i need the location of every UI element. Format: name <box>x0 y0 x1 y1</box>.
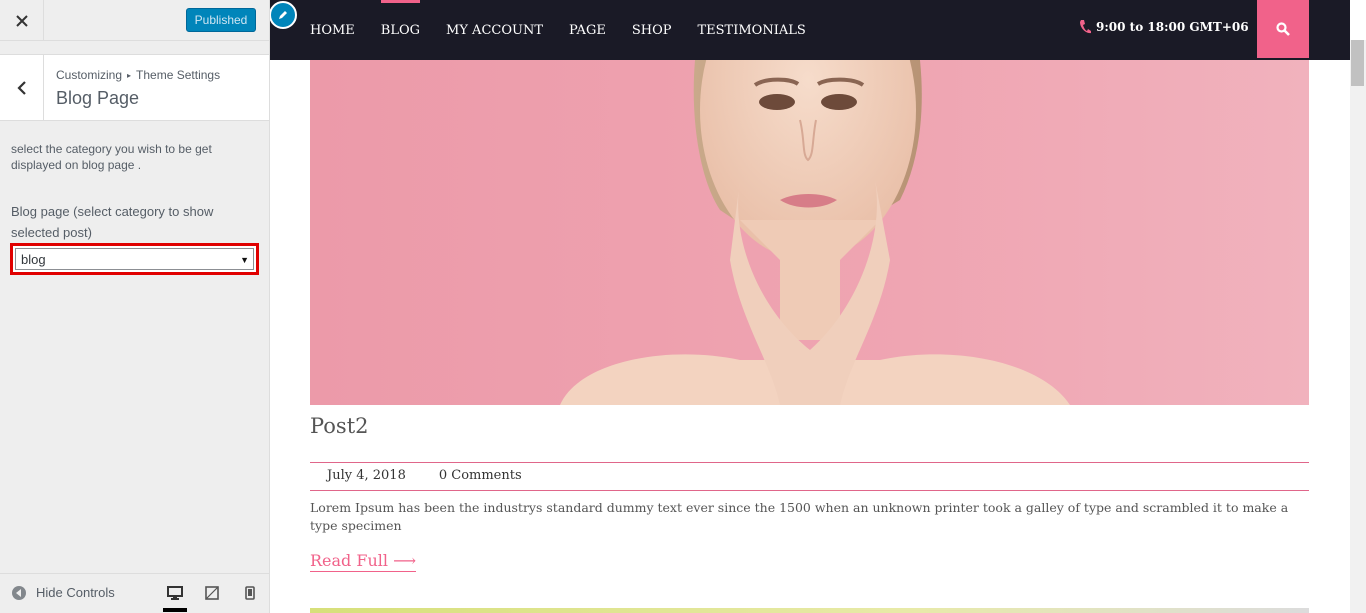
meta-top-divider <box>310 462 1309 463</box>
site-preview: HOME BLOG MY ACCOUNT PAGE SHOP TESTIMONI… <box>270 0 1350 613</box>
mobile-icon <box>245 586 255 600</box>
customizer-header: Published <box>0 0 269 41</box>
preview-mobile-button[interactable] <box>238 582 262 612</box>
search-button[interactable] <box>1257 0 1309 58</box>
portrait-illustration <box>560 60 1070 405</box>
section-title: Blog Page <box>56 88 140 108</box>
preview-scrollbar-track[interactable] <box>1350 40 1366 613</box>
hide-controls-label: Hide Controls <box>36 585 115 600</box>
dropdown-arrow-icon: ▼ <box>240 255 249 265</box>
meta-bottom-divider <box>310 490 1309 491</box>
section-header: Customizing ▸ Theme Settings Blog Page <box>0 54 269 121</box>
category-select-highlight: blog ▼ <box>10 243 259 275</box>
nav-item-shop[interactable]: SHOP <box>632 0 672 60</box>
post-date[interactable]: July 4, 2018 <box>327 468 406 483</box>
close-customizer-button[interactable] <box>0 0 44 41</box>
customizer-sidebar: Published Customizing ▸ Theme Settings Blo… <box>0 0 270 613</box>
tablet-icon <box>205 586 219 600</box>
post-comments[interactable]: 0 Comments <box>439 468 522 483</box>
control-label: Blog page (select category to show selec… <box>11 204 214 240</box>
hide-controls-button[interactable]: Hide Controls <box>12 585 115 600</box>
business-hours: 9:00 to 18:00 GMT+06 <box>1078 19 1249 35</box>
preview-scrollbar-thumb[interactable] <box>1351 40 1364 86</box>
nav-item-testimonials[interactable]: TESTIMONIALS <box>697 0 805 60</box>
preview-desktop-button[interactable] <box>163 582 187 612</box>
control-description: select the category you wish to be get d… <box>11 142 212 172</box>
nav-item-blog[interactable]: BLOG <box>380 0 421 60</box>
post-excerpt: Lorem Ipsum has been the industrys stand… <box>310 500 1289 533</box>
back-button[interactable] <box>0 55 44 120</box>
post-featured-image[interactable] <box>310 60 1309 405</box>
nav-menu: HOME BLOG MY ACCOUNT PAGE SHOP TESTIMONI… <box>310 0 832 60</box>
publish-button[interactable]: Published <box>186 8 256 32</box>
customizer-footer: Hide Controls <box>0 573 269 613</box>
desktop-icon <box>167 586 183 600</box>
phone-icon <box>1080 20 1091 34</box>
main-navigation: HOME BLOG MY ACCOUNT PAGE SHOP TESTIMONI… <box>270 0 1350 60</box>
breadcrumb-separator-icon: ▸ <box>127 71 132 80</box>
preview-tablet-button[interactable] <box>200 582 224 612</box>
post-title[interactable]: Post2 <box>310 414 369 438</box>
business-hours-text: 9:00 to 18:00 GMT+06 <box>1096 20 1249 34</box>
breadcrumb-root: Customizing <box>56 68 123 82</box>
read-more-label: Read Full <box>310 551 389 570</box>
chevron-left-icon <box>16 80 26 95</box>
category-select[interactable]: blog ▼ <box>15 248 254 270</box>
next-post-image[interactable] <box>310 608 1309 613</box>
read-more-link[interactable]: Read Full ⟶ <box>310 551 417 572</box>
close-icon <box>15 14 28 27</box>
nav-item-page[interactable]: PAGE <box>569 0 606 60</box>
arrow-right-icon: ⟶ <box>393 551 417 570</box>
nav-item-home[interactable]: HOME <box>310 0 355 60</box>
post-meta: July 4, 2018 0 Comments <box>327 468 555 483</box>
breadcrumb-parent: Theme Settings <box>136 68 221 82</box>
pencil-icon <box>279 11 287 19</box>
breadcrumb: Customizing ▸ Theme Settings <box>56 68 220 82</box>
nav-item-my-account[interactable]: MY ACCOUNT <box>446 0 543 60</box>
search-icon <box>1276 22 1290 36</box>
category-select-value: blog <box>21 251 46 267</box>
collapse-icon <box>12 585 26 600</box>
edit-shortcut-button[interactable] <box>270 1 297 29</box>
